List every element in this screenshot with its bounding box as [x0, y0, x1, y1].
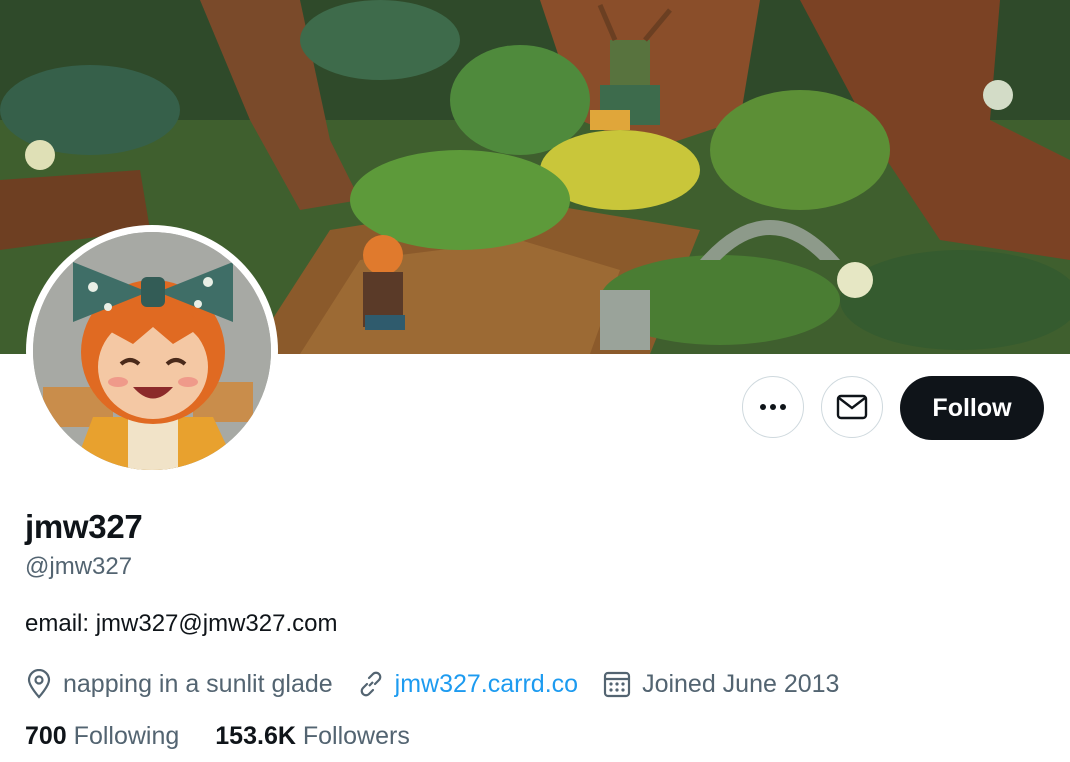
profile-bio: email: jmw327@jmw327.com: [25, 610, 338, 637]
envelope-icon: [836, 394, 868, 420]
website-item: jmw327.carrd.co: [357, 670, 578, 699]
following-link[interactable]: 700 Following: [25, 722, 179, 751]
display-name: jmw327: [25, 508, 143, 545]
followers-link[interactable]: 153.6K Followers: [215, 722, 410, 751]
avatar-illustration: [33, 232, 271, 470]
map-pin-icon: [27, 669, 51, 699]
following-label: Following: [73, 722, 180, 750]
avatar[interactable]: [26, 225, 278, 477]
calendar-icon: [603, 671, 631, 698]
location-text: napping in a sunlit glade: [63, 669, 333, 698]
follow-stats: 700 Following 153.6K Followers: [25, 722, 446, 751]
following-count: 700: [25, 722, 67, 750]
profile-meta-row: napping in a sunlit glade jmw327.carrd.c…: [25, 666, 863, 702]
joined-item: Joined June 2013: [602, 669, 839, 699]
user-handle: @jmw327: [25, 553, 133, 580]
more-horizontal-icon: [760, 404, 786, 410]
follow-button[interactable]: Follow: [900, 376, 1044, 440]
link-icon: [360, 671, 381, 697]
location-item: napping in a sunlit glade: [25, 669, 333, 699]
followers-count: 153.6K: [215, 722, 296, 750]
joined-text: Joined June 2013: [642, 669, 840, 698]
message-button[interactable]: [821, 376, 883, 438]
avatar-image: [33, 232, 271, 470]
more-options-button[interactable]: [742, 376, 804, 438]
website-link[interactable]: jmw327.carrd.co: [395, 670, 578, 699]
followers-label: Followers: [302, 722, 410, 750]
